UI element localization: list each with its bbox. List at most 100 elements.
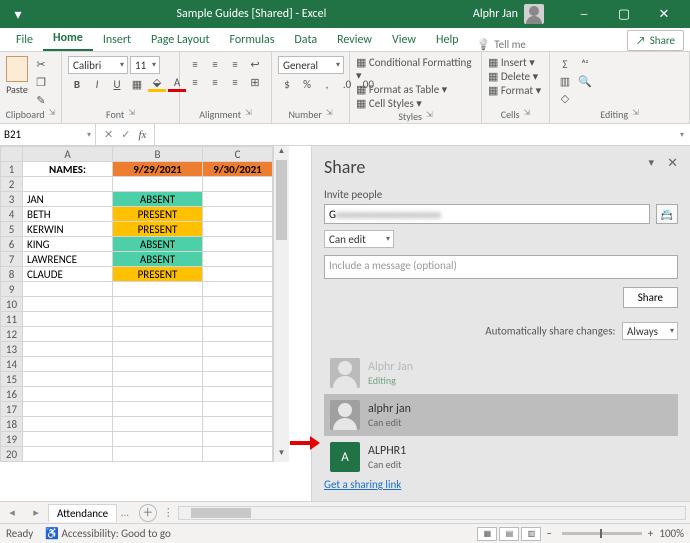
row-header[interactable]: 9 xyxy=(1,282,23,297)
message-input[interactable]: Include a message (optional) xyxy=(324,255,678,279)
cell[interactable]: PRESENT xyxy=(113,222,203,237)
view-page-break-icon[interactable]: ▥ xyxy=(521,527,541,541)
tab-page-layout[interactable]: Page Layout xyxy=(141,29,219,51)
paste-button[interactable]: Paste xyxy=(6,56,28,96)
cell[interactable] xyxy=(203,447,273,462)
copy-icon[interactable]: ❐ xyxy=(32,74,50,90)
sheet-tab[interactable]: Attendance xyxy=(48,504,117,522)
row-header[interactable]: 10 xyxy=(1,297,23,312)
wrap-text-icon[interactable]: ↩ xyxy=(246,56,264,72)
name-box[interactable]: B21 xyxy=(0,124,96,145)
sheet-nav-next-icon[interactable]: ▸ xyxy=(24,506,48,519)
sheet-nav-prev-icon[interactable]: ◂ xyxy=(0,506,24,519)
percent-icon[interactable]: % xyxy=(298,76,316,92)
clear-icon[interactable]: ◇ xyxy=(556,90,574,106)
insert-cells-button[interactable]: ▦ Insert ▾ xyxy=(488,56,535,69)
tab-review[interactable]: Review xyxy=(327,29,382,51)
maximize-button[interactable]: ▢ xyxy=(604,0,644,28)
sort-filter-icon[interactable]: ᴬᶻ xyxy=(576,56,594,72)
cell[interactable] xyxy=(23,402,113,417)
cell[interactable] xyxy=(203,237,273,252)
align-right-icon[interactable]: ≡ xyxy=(226,74,244,90)
border-icon[interactable]: ▦ xyxy=(128,76,146,92)
sheet-tab-more[interactable]: … xyxy=(117,506,133,519)
bold-icon[interactable]: B xyxy=(68,76,86,92)
merge-icon[interactable]: ⊞ xyxy=(246,74,264,90)
zoom-out-icon[interactable]: − xyxy=(546,527,551,540)
cell[interactable]: BETH xyxy=(23,207,113,222)
cell[interactable]: PRESENT xyxy=(113,267,203,282)
cell[interactable]: 9/29/2021 xyxy=(113,162,203,177)
row-header[interactable]: 8 xyxy=(1,267,23,282)
cell[interactable] xyxy=(113,417,203,432)
cut-icon[interactable]: ✂ xyxy=(32,56,50,72)
cell[interactable]: 9/30/2021 xyxy=(203,162,273,177)
cell[interactable] xyxy=(203,417,273,432)
cell[interactable] xyxy=(113,432,203,447)
autosum-icon[interactable]: Σ xyxy=(556,56,574,72)
row-header[interactable]: 2 xyxy=(1,177,23,192)
share-send-button[interactable]: Share xyxy=(623,287,678,308)
underline-icon[interactable]: U xyxy=(108,76,126,92)
permission-select[interactable]: Can edit xyxy=(324,230,394,248)
cell[interactable] xyxy=(23,342,113,357)
align-center-icon[interactable]: ≡ xyxy=(206,74,224,90)
cell[interactable]: CLAUDE xyxy=(23,267,113,282)
format-painter-icon[interactable]: ✎ xyxy=(32,92,50,108)
font-size-select[interactable]: 11 xyxy=(130,56,160,74)
cell[interactable] xyxy=(23,327,113,342)
cell[interactable]: PRESENT xyxy=(113,207,203,222)
find-icon[interactable]: 🔍 xyxy=(576,73,594,89)
cell-styles-button[interactable]: ▦ Cell Styles ▾ xyxy=(356,97,422,110)
tab-formulas[interactable]: Formulas xyxy=(219,29,284,51)
cell[interactable]: ABSENT xyxy=(113,237,203,252)
row-header[interactable]: 16 xyxy=(1,387,23,402)
cell[interactable]: JAN xyxy=(23,192,113,207)
align-left-icon[interactable]: ≡ xyxy=(186,74,204,90)
cell[interactable] xyxy=(113,387,203,402)
cell[interactable] xyxy=(23,432,113,447)
currency-icon[interactable]: $ xyxy=(278,76,296,92)
row-header[interactable]: 12 xyxy=(1,327,23,342)
delete-cells-button[interactable]: ▦ Delete ▾ xyxy=(488,70,538,83)
cell[interactable] xyxy=(23,297,113,312)
get-sharing-link[interactable]: Get a sharing link xyxy=(324,478,678,491)
cell[interactable] xyxy=(113,327,203,342)
cell[interactable] xyxy=(203,387,273,402)
zoom-in-icon[interactable]: + xyxy=(648,527,653,540)
cell[interactable] xyxy=(203,192,273,207)
row-header[interactable]: 17 xyxy=(1,402,23,417)
view-normal-icon[interactable]: ▦ xyxy=(477,527,497,541)
cell[interactable] xyxy=(113,282,203,297)
row-header[interactable]: 13 xyxy=(1,342,23,357)
row-header[interactable]: 20 xyxy=(1,447,23,462)
comma-icon[interactable]: , xyxy=(318,76,336,92)
accessibility-status[interactable]: ♿ Accessibility: Good to go xyxy=(45,527,170,540)
tab-insert[interactable]: Insert xyxy=(93,29,141,51)
cell[interactable] xyxy=(113,342,203,357)
cell[interactable] xyxy=(203,267,273,282)
cell[interactable]: NAMES: xyxy=(23,162,113,177)
cell[interactable] xyxy=(113,177,203,192)
cell[interactable] xyxy=(203,177,273,192)
row-header[interactable]: 6 xyxy=(1,237,23,252)
cell[interactable] xyxy=(203,342,273,357)
cell[interactable] xyxy=(203,207,273,222)
address-book-icon[interactable]: 📇 xyxy=(656,204,678,224)
pane-close-icon[interactable]: ✕ xyxy=(667,156,678,171)
cell[interactable]: LAWRENCE xyxy=(23,252,113,267)
cell[interactable] xyxy=(23,357,113,372)
ribbon-options-icon[interactable]: ▾ xyxy=(6,6,30,23)
cell[interactable] xyxy=(113,297,203,312)
col-header-b[interactable]: B xyxy=(113,147,203,162)
cell[interactable] xyxy=(113,357,203,372)
fill-color-icon[interactable]: ⬙ xyxy=(148,76,166,92)
cell[interactable] xyxy=(203,357,273,372)
fx-icon[interactable]: fx xyxy=(138,129,146,141)
spreadsheet-grid[interactable]: A B C 1 NAMES: 9/29/2021 9/30/2021 2 3JA… xyxy=(0,146,311,501)
cell[interactable] xyxy=(203,297,273,312)
row-header[interactable]: 3 xyxy=(1,192,23,207)
enter-formula-icon[interactable]: ✓ xyxy=(121,128,130,141)
person-row[interactable]: alphr jan Can edit xyxy=(324,394,678,436)
row-header[interactable]: 18 xyxy=(1,417,23,432)
